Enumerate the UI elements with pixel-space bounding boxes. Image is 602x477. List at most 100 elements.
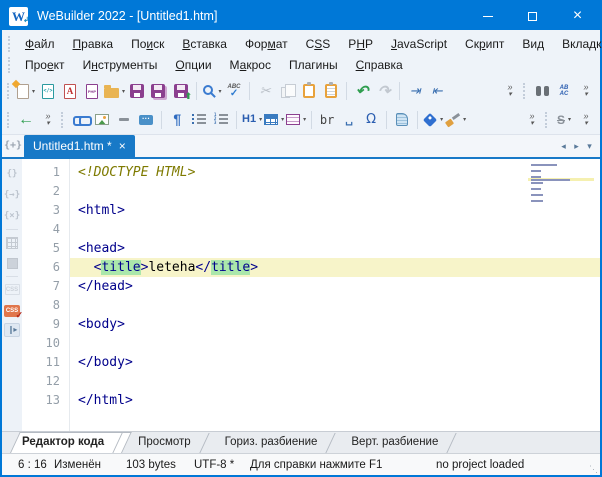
view-tab-Редактор кода[interactable]: Редактор кода [10, 432, 126, 453]
numbered-list-icon [214, 114, 228, 125]
insert-comment-button[interactable] [136, 108, 156, 132]
insert-script-button[interactable] [392, 108, 412, 132]
code-goto-icon[interactable]: {→} [4, 185, 20, 206]
script-scroll-icon [396, 113, 408, 126]
bullet-list-button[interactable] [189, 108, 209, 132]
code-remove-icon[interactable]: {×} [4, 206, 20, 227]
spell-check-button[interactable]: ABC [224, 79, 244, 103]
minimap[interactable] [528, 163, 594, 202]
cut-button[interactable] [255, 79, 275, 103]
code-editor[interactable]: 1<!DOCTYPE HTML>23<html>45<head>6 <title… [22, 159, 600, 431]
menu-item-Плагины[interactable]: Плагины [280, 56, 347, 74]
code-line-10[interactable]: 10 [22, 334, 600, 353]
menu-item-JavaScript[interactable]: JavaScript [382, 35, 456, 53]
code-line-6[interactable]: 6 <title>leteha</title> [22, 258, 600, 277]
code-line-4[interactable]: 4 [22, 220, 600, 239]
insert-br-button[interactable]: br [317, 108, 337, 132]
toolbar-overflow-button[interactable] [522, 108, 542, 132]
menu-item-Проект[interactable]: Проект [16, 56, 74, 74]
menu-item-Вкладка[interactable]: Вкладка [553, 35, 602, 53]
code-line-3[interactable]: 3<html> [22, 201, 600, 220]
save-upload-button[interactable]: ⬆ [171, 79, 191, 103]
insert-table-button[interactable] [264, 108, 284, 132]
minimize-button[interactable] [465, 2, 510, 30]
undo-button[interactable] [352, 79, 372, 103]
save-button[interactable] [127, 79, 147, 103]
code-line-11[interactable]: 11</body> [22, 353, 600, 372]
insert-tag-button[interactable] [423, 108, 443, 132]
panel-expand-handle[interactable] [4, 323, 20, 337]
menu-item-Вставка[interactable]: Вставка [173, 35, 236, 53]
view-tab-Просмотр[interactable]: Просмотр [126, 432, 213, 453]
css-check-icon[interactable]: CSS [4, 300, 20, 321]
menu-item-Файл[interactable]: Файл [16, 35, 64, 53]
code-explorer-icon[interactable]: {+} [2, 135, 24, 157]
menu-item-Скрипт[interactable]: Скрипт [456, 35, 513, 53]
resize-grip[interactable] [586, 454, 600, 475]
menu-item-Инструменты[interactable]: Инструменты [74, 56, 167, 74]
heading-button[interactable]: H1 [242, 108, 262, 132]
insert-paragraph-button[interactable] [167, 108, 187, 132]
code-line-2[interactable]: 2 [22, 182, 600, 201]
menu-item-Вид[interactable]: Вид [513, 35, 553, 53]
unindent-button[interactable] [427, 79, 447, 103]
find-in-files-button[interactable] [532, 79, 552, 103]
code-line-5[interactable]: 5<head> [22, 239, 600, 258]
new-document-button[interactable] [16, 79, 36, 103]
insert-image-button[interactable] [92, 108, 112, 132]
copy-button[interactable] [277, 79, 297, 103]
menu-item-PHP[interactable]: PHP [339, 35, 382, 53]
code-snippet-icon[interactable]: {} [7, 164, 18, 185]
menu-item-Опции[interactable]: Опции [166, 56, 220, 74]
close-button[interactable]: × [555, 2, 600, 30]
menu-item-CSS[interactable]: CSS [297, 35, 340, 53]
paste-special-button[interactable] [321, 79, 341, 103]
insert-nbsp-button[interactable]: ␣ [339, 108, 359, 132]
code-line-13[interactable]: 13</html> [22, 391, 600, 410]
toolbar-overflow-button[interactable] [576, 79, 596, 103]
strikethrough-button[interactable]: S [554, 108, 574, 132]
code-line-12[interactable]: 12 [22, 372, 600, 391]
insert-form-button[interactable] [286, 108, 306, 132]
tab-list-icon[interactable]: ▾ [583, 141, 596, 152]
toolbar-separator [196, 82, 197, 100]
insert-hr-button[interactable] [114, 108, 134, 132]
toolbar-overflow-button[interactable] [576, 108, 596, 132]
code-line-7[interactable]: 7</head> [22, 277, 600, 296]
menu-item-Поиск[interactable]: Поиск [122, 35, 173, 53]
menu-item-Правка[interactable]: Правка [64, 35, 123, 53]
indent-button[interactable] [405, 79, 425, 103]
menu-item-Макрос[interactable]: Макрос [221, 56, 280, 74]
menu-item-Формат[interactable]: Формат [236, 35, 297, 53]
browse-back-button[interactable] [16, 108, 36, 132]
maximize-button[interactable] [510, 2, 555, 30]
format-painter-button[interactable] [445, 108, 466, 132]
special-characters-button[interactable]: Ω [361, 108, 381, 132]
numbered-list-button[interactable] [211, 108, 231, 132]
form-icon [286, 114, 300, 125]
toolbar-overflow-button[interactable] [38, 108, 58, 132]
new-php-document-button[interactable] [82, 79, 102, 103]
paste-button[interactable] [299, 79, 319, 103]
code-line-8[interactable]: 8 [22, 296, 600, 315]
grid-tool-icon[interactable] [6, 232, 18, 253]
document-tab[interactable]: Untitled1.htm * × [24, 135, 135, 157]
new-from-template-button[interactable] [60, 79, 80, 103]
search-button[interactable] [202, 79, 222, 103]
code-line-9[interactable]: 9<body> [22, 315, 600, 334]
menu-item-Справка[interactable]: Справка [347, 56, 412, 74]
tab-scroll-left-icon[interactable]: ◂ [557, 141, 570, 152]
open-file-button[interactable] [104, 79, 125, 103]
redo-button[interactable] [374, 79, 394, 103]
view-tab-Верт. разбиение[interactable]: Верт. разбиение [339, 432, 460, 453]
replace-button[interactable]: ABAC [554, 79, 574, 103]
insert-link-button[interactable] [70, 108, 90, 132]
save-all-button[interactable] [149, 79, 169, 103]
tab-close-icon[interactable]: × [119, 140, 126, 152]
code-line-1[interactable]: 1<!DOCTYPE HTML> [22, 163, 600, 182]
tab-scroll-right-icon[interactable]: ▸ [570, 141, 583, 152]
new-html-document-button[interactable] [38, 79, 58, 103]
view-tab-Гориз. разбиение[interactable]: Гориз. разбиение [213, 432, 340, 453]
toolbar-overflow-button[interactable] [500, 79, 520, 103]
block-tool-icon[interactable] [7, 253, 18, 274]
